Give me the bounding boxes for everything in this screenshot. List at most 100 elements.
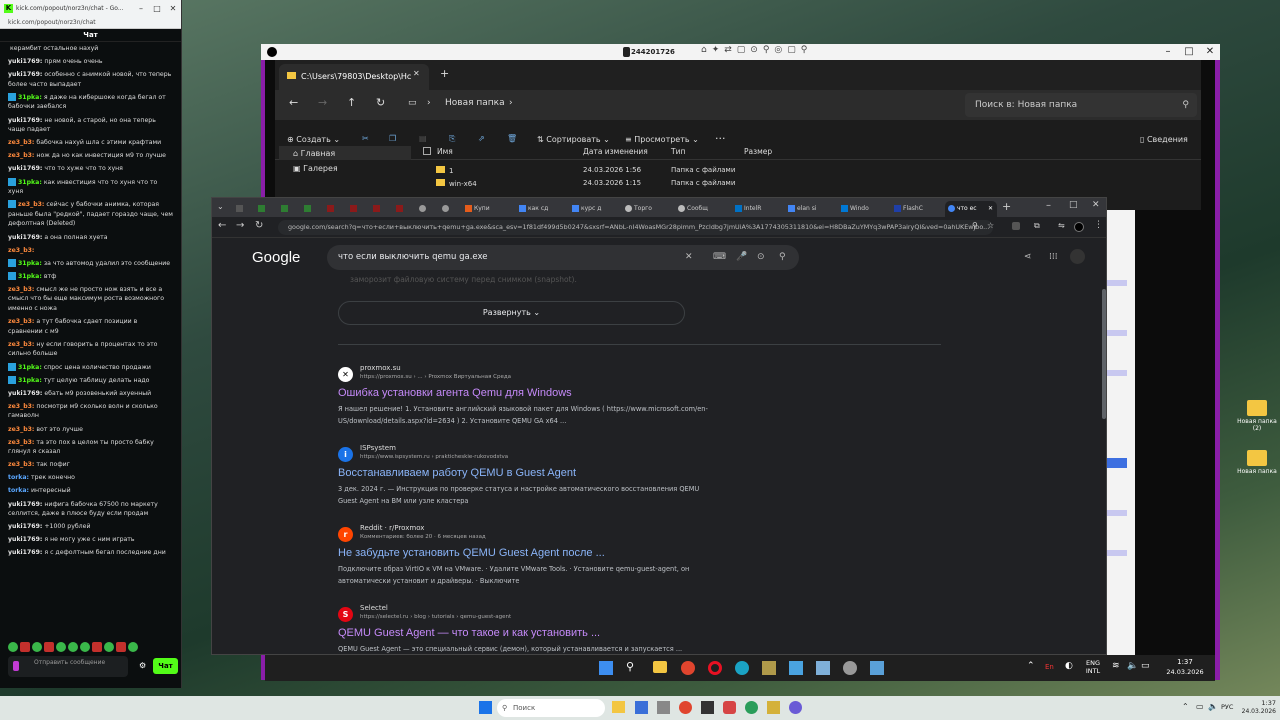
- more-icon[interactable]: ···: [715, 132, 726, 145]
- clock-date[interactable]: 24.03.2026: [1238, 708, 1276, 715]
- app-icon[interactable]: [745, 701, 758, 714]
- menu-icon[interactable]: ⋮: [1094, 220, 1103, 230]
- emote-icon[interactable]: [32, 642, 42, 652]
- delete-icon[interactable]: 🗑: [507, 134, 517, 143]
- chrome-icon[interactable]: [679, 701, 692, 714]
- volume-icon[interactable]: 🔈: [1208, 702, 1218, 711]
- app-tray-icon[interactable]: ◐: [1065, 661, 1073, 671]
- google-search-input[interactable]: что если выключить qemu ga.exe: [327, 245, 799, 270]
- start-icon[interactable]: [479, 701, 492, 714]
- chat-username[interactable]: yuki1769:: [8, 390, 42, 397]
- tab-pinned[interactable]: [281, 201, 303, 217]
- close-button[interactable]: ✕: [1092, 200, 1100, 210]
- copy-icon[interactable]: ❐: [389, 134, 396, 143]
- chat-input[interactable]: Отправить сообщение: [8, 656, 128, 677]
- chat-username[interactable]: 31pka:: [18, 377, 42, 384]
- result-breadcrumb[interactable]: https://selectel.ru › blog › tutorials ›…: [360, 614, 511, 620]
- tab-pinned[interactable]: [258, 201, 280, 217]
- chat-username[interactable]: 31pka:: [18, 273, 42, 280]
- result-site[interactable]: Reddit · r/Proxmox: [360, 524, 424, 532]
- file-row[interactable]: win-x64: [436, 179, 477, 188]
- keyboard-language[interactable]: ENG INTL: [1083, 659, 1103, 675]
- app-icon[interactable]: [657, 701, 670, 714]
- tab[interactable]: FlashC: [894, 201, 934, 217]
- chat-username[interactable]: yuki1769:: [8, 501, 42, 508]
- result-site[interactable]: Selectel: [360, 604, 388, 612]
- tab-pinned[interactable]: [373, 201, 395, 217]
- chat-send-button[interactable]: Чат: [153, 658, 178, 674]
- col-type[interactable]: Тип: [671, 147, 685, 156]
- browser-icon[interactable]: [735, 661, 749, 675]
- up-icon[interactable]: ↑: [347, 96, 356, 109]
- sidebar-item-gallery[interactable]: ▣ Галерея: [279, 161, 352, 176]
- google-logo[interactable]: Google: [252, 249, 300, 266]
- desktop-folder-icon[interactable]: Новая папка: [1232, 450, 1280, 475]
- result-title[interactable]: Ошибка установки агента Qemu для Windows: [338, 387, 572, 399]
- forward-icon[interactable]: →: [236, 220, 244, 231]
- emote-icon[interactable]: [80, 642, 90, 652]
- extensions-icon[interactable]: ⧉: [1034, 221, 1040, 231]
- search-icon[interactable]: ⚲: [779, 252, 786, 262]
- app-icon[interactable]: [701, 701, 714, 714]
- chat-username[interactable]: 31pka:: [18, 94, 42, 101]
- chat-username[interactable]: yuki1769:: [8, 536, 42, 543]
- close-button[interactable]: ✕: [165, 4, 181, 13]
- chat-username[interactable]: ze3_b3:: [18, 201, 44, 208]
- share-icon[interactable]: ⋖: [1024, 252, 1032, 262]
- refresh-icon[interactable]: ↻: [376, 96, 385, 109]
- emote-icon[interactable]: [92, 642, 102, 652]
- tab-pinned[interactable]: [304, 201, 326, 217]
- chat-username[interactable]: torka:: [8, 474, 29, 481]
- explorer-icon[interactable]: [612, 701, 625, 713]
- tab-pinned[interactable]: [419, 201, 441, 217]
- chat-username[interactable]: yuki1769:: [8, 71, 42, 78]
- chat-username[interactable]: yuki1769:: [8, 58, 42, 65]
- paste-icon[interactable]: ▤: [419, 134, 427, 143]
- anydesk-icon[interactable]: [723, 701, 736, 714]
- taskbar-search[interactable]: ⚲ Поиск: [497, 699, 605, 717]
- opera-icon[interactable]: [708, 661, 722, 675]
- select-all-checkbox[interactable]: [423, 147, 431, 155]
- explorer-icon[interactable]: [653, 661, 667, 673]
- chat-username[interactable]: ze3_b3:: [8, 139, 34, 146]
- result-site[interactable]: ISPsystem: [360, 444, 396, 452]
- create-button[interactable]: ⊕ Создать ⌄: [287, 135, 340, 144]
- share-icon[interactable]: ⇗: [478, 134, 485, 143]
- expand-button[interactable]: Развернуть ⌄: [338, 301, 685, 325]
- chat-username[interactable]: torka:: [8, 487, 29, 494]
- chrome-icon[interactable]: [681, 661, 695, 675]
- close-tab-icon[interactable]: ✕: [413, 69, 420, 78]
- app-icon[interactable]: [789, 701, 802, 714]
- scrollbar[interactable]: [1102, 289, 1106, 419]
- result-breadcrumb[interactable]: https://www.ispsystem.ru › prakticheskie…: [360, 454, 508, 460]
- chat-username[interactable]: ze3_b3:: [8, 439, 34, 446]
- tab-pinned[interactable]: [350, 201, 372, 217]
- file-row[interactable]: 1: [436, 166, 453, 175]
- emote-icon[interactable]: [20, 642, 30, 652]
- remote-clock-time[interactable]: 1:37: [1165, 658, 1205, 666]
- desktop-folder-icon[interactable]: Новая папка (2): [1232, 400, 1280, 432]
- tab-search-icon[interactable]: ⌄: [217, 202, 224, 211]
- chat-username[interactable]: ze3_b3:: [8, 286, 34, 293]
- search-icon[interactable]: ⚲: [626, 660, 634, 673]
- emote-icon[interactable]: [104, 642, 114, 652]
- sidebar-item-home[interactable]: ⌂ Главная: [279, 146, 411, 160]
- settings-icon[interactable]: ⚙: [139, 661, 146, 670]
- emote-icon[interactable]: [56, 642, 66, 652]
- split-icon[interactable]: ⇋: [1058, 221, 1065, 230]
- emote-icon[interactable]: [116, 642, 126, 652]
- col-size[interactable]: Размер: [744, 147, 772, 156]
- clear-icon[interactable]: ✕: [685, 252, 693, 262]
- chat-username[interactable]: yuki1769:: [8, 523, 42, 530]
- microphone-icon[interactable]: 🎤: [736, 252, 747, 262]
- rename-icon[interactable]: ⎘: [449, 134, 455, 144]
- cut-icon[interactable]: ✂: [362, 134, 369, 143]
- language-indicator[interactable]: En: [1045, 663, 1054, 671]
- lens-icon[interactable]: ⊙: [757, 252, 765, 262]
- chat-username[interactable]: yuki1769:: [8, 549, 42, 556]
- chat-username[interactable]: ze3_b3:: [8, 461, 34, 468]
- keyboard-icon[interactable]: ⌨: [713, 252, 726, 262]
- volume-icon[interactable]: 🔈: [1127, 661, 1138, 671]
- chat-username[interactable]: yuki1769:: [8, 165, 42, 172]
- result-site[interactable]: proxmox.su: [360, 364, 401, 372]
